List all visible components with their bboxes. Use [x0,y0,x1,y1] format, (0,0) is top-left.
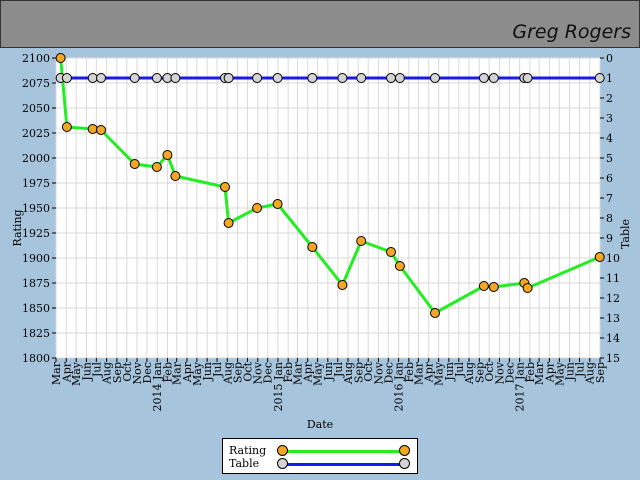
chart-page: Greg Rogers 1800 1825 1850 1875 1900 1925 1950… [0,0,640,480]
table-point [307,73,318,83]
y-tick-label: 1875 [22,277,50,290]
y2-tick-label: 5 [606,152,613,165]
y-axis-left: 1800 1825 1850 1875 1900 1925 1950 1975 2000 2025… [22,52,56,365]
legend-item-table: Table [229,457,411,471]
table-point [129,73,140,83]
table-point [61,73,72,83]
rating-point [272,199,283,209]
rating-point [96,125,106,135]
legend: Rating Table [222,438,418,474]
y2-tick-label: 6 [606,172,613,185]
y-tick-label: 1925 [22,227,50,240]
rating-point [170,171,181,181]
y-axis-title: Rating [11,209,24,246]
rating-point [337,280,348,290]
rating-point [129,159,140,169]
legend-label-table: Table [229,457,260,470]
legend-marker-rating [277,445,288,456]
y-tick-label: 1900 [22,252,50,265]
table-point [272,73,283,83]
rating-chart: 1800182518501875190019251950197520002025… [11,52,632,431]
x-axis: MarAprMayJunJulAugSepOctNovDec2014 JanFe… [50,358,607,412]
y2-tick-label: 9 [606,232,613,245]
legend-item-rating: Rating [229,444,411,458]
rating-point [522,283,533,293]
rating-point [307,242,318,252]
y-tick-label: 2025 [22,127,50,140]
table-point [594,73,605,83]
rating-point [223,218,234,228]
rating-point [356,236,367,246]
y-tick-label: 1825 [22,327,50,340]
y2-tick-label: 0 [606,52,613,65]
rating-point [386,247,396,257]
y2-tick-label: 10 [606,252,620,265]
x-tick-label: Sep [594,362,607,383]
x-axis-title: Date [307,418,333,431]
table-point [87,73,98,83]
legend-marker-table [277,458,288,469]
table-point [522,73,533,83]
legend-marker-rating [399,445,410,456]
y-tick-label: 2000 [22,152,50,165]
y-tick-label: 2050 [22,102,50,115]
y2-tick-label: 7 [606,192,613,205]
table-point [386,73,396,83]
rating-point [55,53,66,63]
rating-point [61,122,72,132]
table-point [223,73,234,83]
rating-point [430,308,440,318]
y2-tick-label: 14 [606,332,620,345]
table-point [151,73,162,83]
y2-tick-label: 12 [606,292,620,305]
y2-tick-label: 3 [606,112,613,125]
rating-point [87,124,98,134]
rating-point [394,261,405,271]
rating-point [594,252,605,262]
y-tick-label: 1850 [22,302,50,315]
y-tick-label: 2100 [22,52,50,65]
rating-point [488,282,499,292]
legend-marker-table [399,458,410,469]
table-point [478,73,489,83]
y2-tick-label: 15 [606,352,620,365]
y-tick-label: 1950 [22,202,50,215]
table-point [356,73,367,83]
rating-point [252,203,263,213]
rating-point [151,162,162,172]
y2-tick-label: 2 [606,92,613,105]
table-point [252,73,263,83]
table-point [96,73,106,83]
table-point [430,73,440,83]
y-tick-label: 2075 [22,77,50,90]
y-axis-right: 0123456789101112131415 [600,52,620,365]
legend-line-table [281,463,407,466]
y-tick-label: 1800 [22,352,50,365]
table-point [337,73,348,83]
table-point [170,73,181,83]
y2-tick-label: 1 [606,72,613,85]
y2-tick-label: 11 [606,272,620,285]
y2-tick-label: 4 [606,132,613,145]
y-tick-label: 1975 [22,177,50,190]
y2-tick-label: 13 [606,312,620,325]
y2-tick-label: 8 [606,212,613,225]
rating-point [220,182,230,192]
y2-axis-title: Table [619,219,632,249]
table-point [488,73,499,83]
rating-point [478,281,489,291]
legend-label-rating: Rating [229,444,267,457]
legend-line-rating [281,450,407,453]
rating-point [162,150,173,160]
table-point [394,73,405,83]
